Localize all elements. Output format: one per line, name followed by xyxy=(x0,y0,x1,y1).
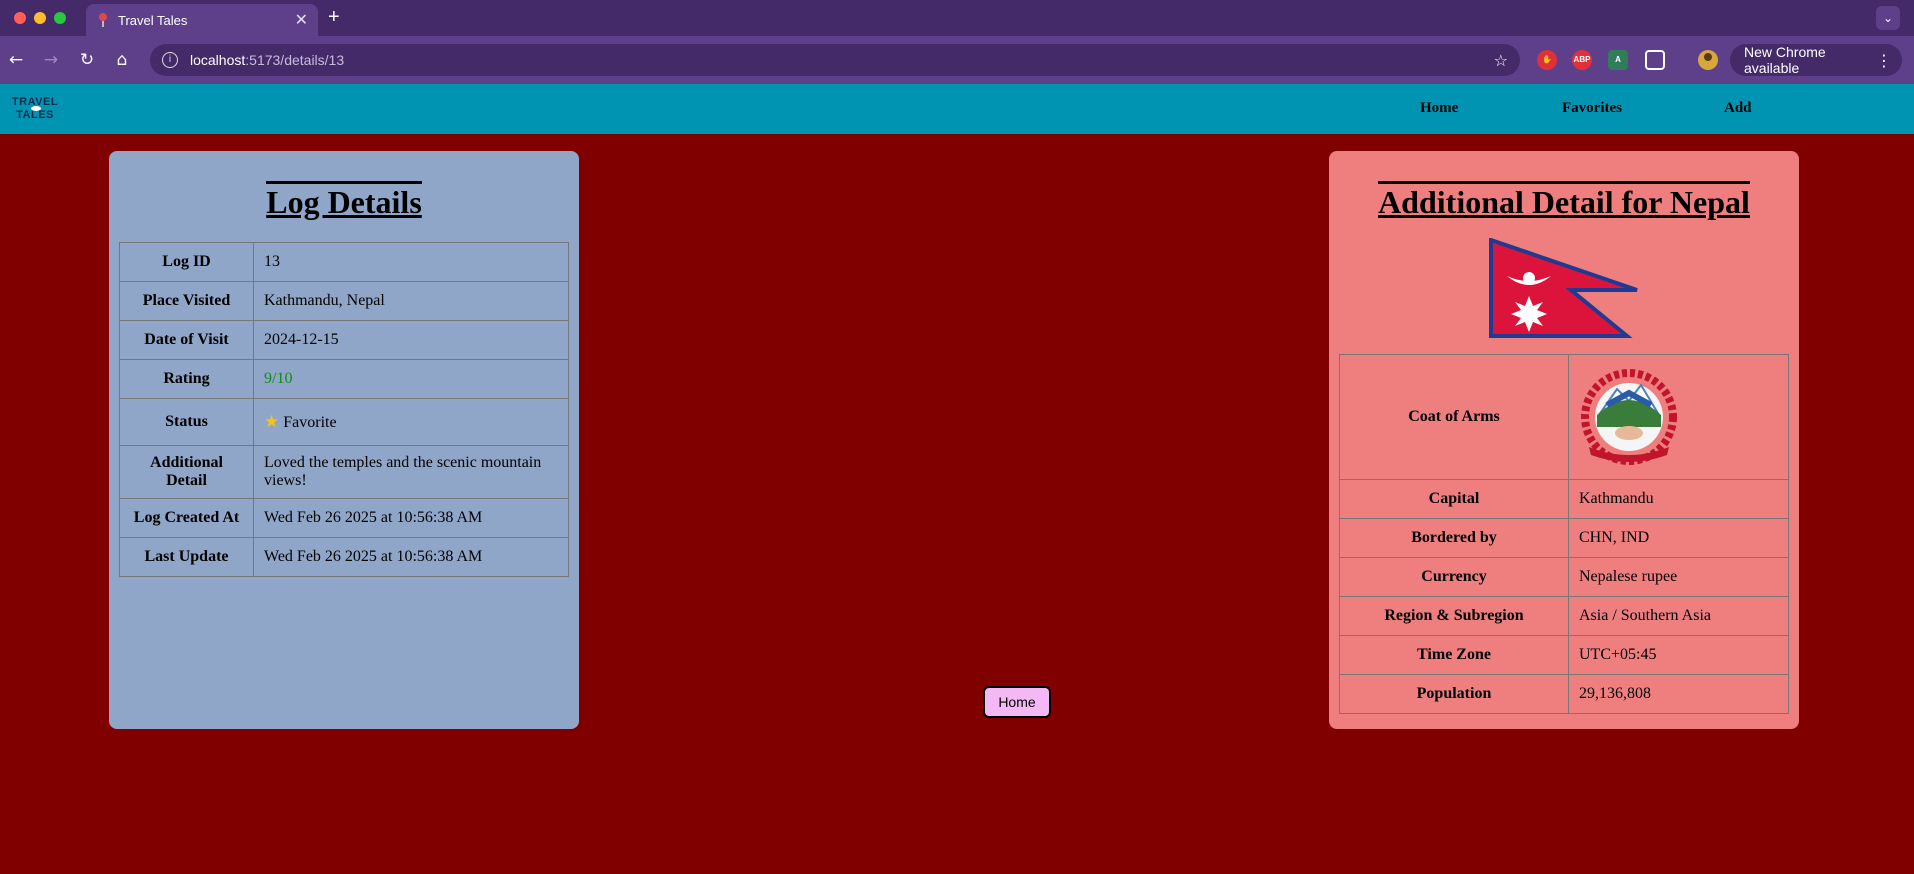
table-row: Capital Kathmandu xyxy=(1339,479,1789,519)
close-tab-icon[interactable]: ✕ xyxy=(295,10,308,30)
reload-icon[interactable]: ↻ xyxy=(75,48,99,72)
nepal-flag-icon xyxy=(1489,237,1639,338)
row-label: Status xyxy=(119,398,254,446)
back-icon[interactable]: ← xyxy=(4,48,28,72)
table-row: Currency Nepalese rupee xyxy=(1339,557,1789,597)
row-value: Kathmandu xyxy=(1568,479,1789,519)
row-label: Place Visited xyxy=(119,281,254,321)
logo-plane-icon xyxy=(31,106,41,111)
row-label: Rating xyxy=(119,359,254,399)
row-value: Asia / Southern Asia xyxy=(1568,596,1789,636)
row-label: Capital xyxy=(1339,479,1569,519)
table-row: Population 29,136,808 xyxy=(1339,674,1789,714)
coat-of-arms-cell xyxy=(1568,354,1789,480)
forward-icon[interactable]: → xyxy=(39,48,63,72)
table-row: Last Update Wed Feb 26 2025 at 10:56:38 … xyxy=(119,537,569,577)
browser-tab[interactable]: Travel Tales ✕ xyxy=(86,4,318,36)
nav-favorites-link[interactable]: Favorites xyxy=(1562,100,1622,117)
more-menu-icon[interactable]: ⋮ xyxy=(1876,51,1892,70)
chrome-update-button[interactable]: New Chrome available ⋮ xyxy=(1730,44,1902,76)
browser-tab-bar: Travel Tales ✕ + ⌄ xyxy=(0,0,1914,36)
table-row: Additional Detail Loved the temples and … xyxy=(119,445,569,499)
table-row: Coat of Arms xyxy=(1339,354,1789,480)
row-label: Currency xyxy=(1339,557,1569,597)
row-value: 13 xyxy=(253,242,569,282)
window-controls xyxy=(14,12,66,24)
row-value: ★ Favorite xyxy=(253,398,569,446)
extensions-puzzle-icon[interactable] xyxy=(1645,50,1665,70)
row-value: 2024-12-15 xyxy=(253,320,569,360)
pin-favicon-icon xyxy=(96,13,110,27)
url-host: localhost xyxy=(190,52,246,68)
row-value: Wed Feb 26 2025 at 10:56:38 AM xyxy=(253,498,569,538)
row-label: Additional Detail xyxy=(119,445,254,499)
status-text: Favorite xyxy=(283,414,337,431)
bookmark-star-icon[interactable]: ☆ xyxy=(1494,51,1508,70)
table-row: Log Created At Wed Feb 26 2025 at 10:56:… xyxy=(119,498,569,538)
travel-tales-logo[interactable]: TRAVEL TALES xyxy=(6,96,64,124)
row-label: Time Zone xyxy=(1339,635,1569,675)
country-details-title: Additional Detail for Nepal xyxy=(1378,181,1750,220)
row-label: Last Update xyxy=(119,537,254,577)
url-path: :5173/details/13 xyxy=(245,52,345,68)
tab-search-chevron-icon[interactable]: ⌄ xyxy=(1876,6,1900,30)
nav-home-link[interactable]: Home xyxy=(1420,100,1458,117)
home-button[interactable]: Home xyxy=(983,686,1051,718)
table-row: Region & Subregion Asia / Southern Asia xyxy=(1339,596,1789,636)
row-label: Population xyxy=(1339,674,1569,714)
row-value: CHN, IND xyxy=(1568,518,1789,558)
log-details-table: Log ID 13 Place Visited Kathmandu, Nepal… xyxy=(119,242,569,577)
adblock-extension-icon[interactable]: ABP xyxy=(1572,50,1592,70)
table-row: Rating 9/10 xyxy=(119,359,569,399)
row-label: Region & Subregion xyxy=(1339,596,1569,636)
tab-title: Travel Tales xyxy=(118,12,188,28)
address-bar[interactable]: i localhost :5173/details/13 ☆ xyxy=(150,44,1520,76)
coat-of-arms-icon xyxy=(1581,368,1677,465)
row-value: UTC+05:45 xyxy=(1568,635,1789,675)
new-tab-icon[interactable]: + xyxy=(328,6,340,29)
table-row: Bordered by CHN, IND xyxy=(1339,518,1789,558)
table-row: Place Visited Kathmandu, Nepal xyxy=(119,281,569,321)
site-navbar: TRAVEL TALES xyxy=(0,84,1914,134)
row-value: Nepalese rupee xyxy=(1568,557,1789,597)
row-label: Coat of Arms xyxy=(1339,354,1569,480)
table-row: Time Zone UTC+05:45 xyxy=(1339,635,1789,675)
row-value: Wed Feb 26 2025 at 10:56:38 AM xyxy=(253,537,569,577)
row-value: 29,136,808 xyxy=(1568,674,1789,714)
profile-avatar[interactable] xyxy=(1698,50,1718,70)
row-label: Date of Visit xyxy=(119,320,254,360)
log-details-card: Log Details Log ID 13 Place Visited Kath… xyxy=(109,151,579,729)
favorite-star-icon: ★ xyxy=(264,412,280,432)
table-row: Date of Visit 2024-12-15 xyxy=(119,320,569,360)
row-value: Loved the temples and the scenic mountai… xyxy=(253,445,569,499)
country-details-table: Coat of Arms Capital Kathmandu Bordered … xyxy=(1339,354,1789,714)
country-details-card: Additional Detail for Nepal Coat of Arms xyxy=(1329,151,1799,729)
rating-value: 9/10 xyxy=(253,359,569,399)
home-icon[interactable]: ⌂ xyxy=(110,48,134,72)
minimize-window-icon[interactable] xyxy=(34,12,46,24)
hand-extension-icon[interactable]: ✋ xyxy=(1537,50,1557,70)
translate-extension-icon[interactable]: A xyxy=(1608,50,1628,70)
row-label: Bordered by xyxy=(1339,518,1569,558)
table-row: Log ID 13 xyxy=(119,242,569,282)
update-label: New Chrome available xyxy=(1744,44,1826,76)
row-value: Kathmandu, Nepal xyxy=(253,281,569,321)
table-row: Status ★ Favorite xyxy=(119,398,569,446)
nav-add-link[interactable]: Add xyxy=(1724,100,1752,117)
site-info-icon[interactable]: i xyxy=(162,52,178,68)
close-window-icon[interactable] xyxy=(14,12,26,24)
row-label: Log ID xyxy=(119,242,254,282)
maximize-window-icon[interactable] xyxy=(54,12,66,24)
log-details-title: Log Details xyxy=(266,181,422,220)
row-label: Log Created At xyxy=(119,498,254,538)
